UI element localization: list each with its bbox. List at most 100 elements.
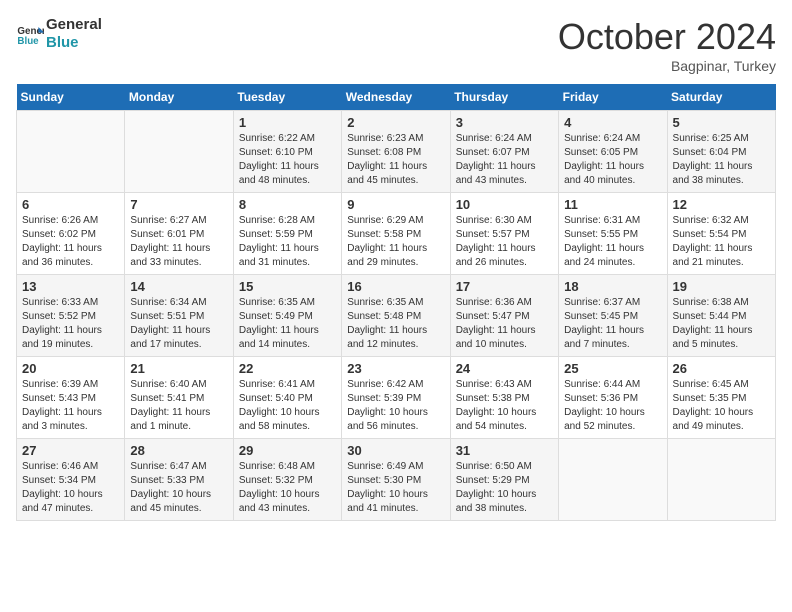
day-number: 6 — [22, 197, 119, 212]
day-info: Sunrise: 6:38 AMSunset: 5:44 PMDaylight:… — [673, 296, 770, 352]
day-info: Sunrise: 6:35 AMSunset: 5:49 PMDaylight:… — [239, 296, 336, 352]
page-header: General Blue General Blue October 2024 B… — [16, 16, 776, 74]
day-info: Sunrise: 6:45 AMSunset: 5:35 PMDaylight:… — [673, 378, 770, 434]
calendar-cell: 13Sunrise: 6:33 AMSunset: 5:52 PMDayligh… — [17, 275, 125, 357]
calendar-cell: 11Sunrise: 6:31 AMSunset: 5:55 PMDayligh… — [559, 193, 667, 275]
logo: General Blue General Blue — [16, 16, 102, 52]
day-info: Sunrise: 6:29 AMSunset: 5:58 PMDaylight:… — [347, 214, 444, 270]
calendar-cell: 15 Sunrise: 6:35 AMSunset: 5:49 PMDayligh… — [233, 275, 341, 357]
day-info: Sunrise: 6:37 AMSunset: 5:45 PMDaylight:… — [564, 296, 661, 352]
calendar-cell — [559, 439, 667, 521]
day-info: Sunrise: 6:47 AMSunset: 5:33 PMDaylight:… — [130, 460, 227, 516]
week-row-1: 1 Sunrise: 6:22 AMSunset: 6:10 PMDaylight… — [17, 111, 776, 193]
day-number: 29 — [239, 443, 336, 458]
day-header-thursday: Thursday — [450, 84, 558, 111]
calendar-cell: 22 Sunrise: 6:41 AMSunset: 5:40 PMDayligh… — [233, 357, 341, 439]
week-row-5: 27 Sunrise: 6:46 AMSunset: 5:34 PMDayligh… — [17, 439, 776, 521]
day-info: Sunrise: 6:43 AMSunset: 5:38 PMDaylight:… — [456, 378, 553, 434]
logo-icon: General Blue — [16, 20, 44, 48]
day-info: Sunrise: 6:22 AMSunset: 6:10 PMDaylight:… — [239, 132, 336, 188]
day-number: 31 — [456, 443, 553, 458]
calendar-cell: 14Sunrise: 6:34 AMSunset: 5:51 PMDayligh… — [125, 275, 233, 357]
day-number: 9 — [347, 197, 444, 212]
calendar-cell: 28 Sunrise: 6:47 AMSunset: 5:33 PMDayligh… — [125, 439, 233, 521]
calendar-cell: 9 Sunrise: 6:29 AMSunset: 5:58 PMDaylight… — [342, 193, 450, 275]
calendar-cell — [125, 111, 233, 193]
calendar-cell: 17 Sunrise: 6:36 AMSunset: 5:47 PMDayligh… — [450, 275, 558, 357]
days-header-row: SundayMondayTuesdayWednesdayThursdayFrid… — [17, 84, 776, 111]
day-header-monday: Monday — [125, 84, 233, 111]
day-info: Sunrise: 6:39 AMSunset: 5:43 PMDaylight:… — [22, 378, 119, 434]
day-number: 18 — [564, 279, 661, 294]
calendar-cell: 3 Sunrise: 6:24 AMSunset: 6:07 PMDaylight… — [450, 111, 558, 193]
calendar-cell: 5Sunrise: 6:25 AMSunset: 6:04 PMDaylight… — [667, 111, 775, 193]
calendar-cell: 12Sunrise: 6:32 AMSunset: 5:54 PMDayligh… — [667, 193, 775, 275]
day-info: Sunrise: 6:41 AMSunset: 5:40 PMDaylight:… — [239, 378, 336, 434]
location-subtitle: Bagpinar, Turkey — [558, 58, 776, 74]
calendar-cell — [667, 439, 775, 521]
calendar-cell: 19 Sunrise: 6:38 AMSunset: 5:44 PMDayligh… — [667, 275, 775, 357]
calendar-cell: 1 Sunrise: 6:22 AMSunset: 6:10 PMDaylight… — [233, 111, 341, 193]
day-header-wednesday: Wednesday — [342, 84, 450, 111]
day-info: Sunrise: 6:31 AMSunset: 5:55 PMDaylight:… — [564, 214, 661, 270]
day-info: Sunrise: 6:26 AMSunset: 6:02 PMDaylight:… — [22, 214, 119, 270]
day-number: 16 — [347, 279, 444, 294]
day-number: 7 — [130, 197, 227, 212]
day-header-sunday: Sunday — [17, 84, 125, 111]
day-number: 10 — [456, 197, 553, 212]
day-info: Sunrise: 6:33 AMSunset: 5:52 PMDaylight:… — [22, 296, 119, 352]
day-number: 22 — [239, 361, 336, 376]
calendar-cell: 8 Sunrise: 6:28 AMSunset: 5:59 PMDaylight… — [233, 193, 341, 275]
calendar-cell — [17, 111, 125, 193]
day-number: 28 — [130, 443, 227, 458]
calendar-cell: 27 Sunrise: 6:46 AMSunset: 5:34 PMDayligh… — [17, 439, 125, 521]
day-number: 2 — [347, 115, 444, 130]
day-info: Sunrise: 6:46 AMSunset: 5:34 PMDaylight:… — [22, 460, 119, 516]
calendar-cell: 6 Sunrise: 6:26 AMSunset: 6:02 PMDaylight… — [17, 193, 125, 275]
day-number: 1 — [239, 115, 336, 130]
day-info: Sunrise: 6:50 AMSunset: 5:29 PMDaylight:… — [456, 460, 553, 516]
week-row-4: 20 Sunrise: 6:39 AMSunset: 5:43 PMDayligh… — [17, 357, 776, 439]
day-header-tuesday: Tuesday — [233, 84, 341, 111]
day-number: 17 — [456, 279, 553, 294]
week-row-3: 13Sunrise: 6:33 AMSunset: 5:52 PMDayligh… — [17, 275, 776, 357]
day-info: Sunrise: 6:44 AMSunset: 5:36 PMDaylight:… — [564, 378, 661, 434]
day-info: Sunrise: 6:40 AMSunset: 5:41 PMDaylight:… — [130, 378, 227, 434]
calendar-cell: 7 Sunrise: 6:27 AMSunset: 6:01 PMDaylight… — [125, 193, 233, 275]
calendar-cell: 26Sunrise: 6:45 AMSunset: 5:35 PMDayligh… — [667, 357, 775, 439]
calendar-cell: 18 Sunrise: 6:37 AMSunset: 5:45 PMDayligh… — [559, 275, 667, 357]
logo-line1: General — [46, 16, 102, 34]
day-info: Sunrise: 6:23 AMSunset: 6:08 PMDaylight:… — [347, 132, 444, 188]
day-info: Sunrise: 6:28 AMSunset: 5:59 PMDaylight:… — [239, 214, 336, 270]
day-number: 19 — [673, 279, 770, 294]
month-title: October 2024 — [558, 16, 776, 58]
calendar-cell: 21 Sunrise: 6:40 AMSunset: 5:41 PMDayligh… — [125, 357, 233, 439]
day-number: 21 — [130, 361, 227, 376]
calendar-cell: 24Sunrise: 6:43 AMSunset: 5:38 PMDayligh… — [450, 357, 558, 439]
day-number: 4 — [564, 115, 661, 130]
logo-line2: Blue — [46, 34, 102, 52]
day-number: 14 — [130, 279, 227, 294]
day-number: 20 — [22, 361, 119, 376]
day-number: 8 — [239, 197, 336, 212]
day-info: Sunrise: 6:36 AMSunset: 5:47 PMDaylight:… — [456, 296, 553, 352]
day-header-friday: Friday — [559, 84, 667, 111]
day-number: 30 — [347, 443, 444, 458]
calendar-cell: 20 Sunrise: 6:39 AMSunset: 5:43 PMDayligh… — [17, 357, 125, 439]
calendar-cell: 25 Sunrise: 6:44 AMSunset: 5:36 PMDayligh… — [559, 357, 667, 439]
week-row-2: 6 Sunrise: 6:26 AMSunset: 6:02 PMDaylight… — [17, 193, 776, 275]
day-number: 27 — [22, 443, 119, 458]
day-number: 3 — [456, 115, 553, 130]
day-number: 5 — [673, 115, 770, 130]
calendar-cell: 2 Sunrise: 6:23 AMSunset: 6:08 PMDaylight… — [342, 111, 450, 193]
day-info: Sunrise: 6:35 AMSunset: 5:48 PMDaylight:… — [347, 296, 444, 352]
calendar-table: SundayMondayTuesdayWednesdayThursdayFrid… — [16, 84, 776, 521]
day-info: Sunrise: 6:49 AMSunset: 5:30 PMDaylight:… — [347, 460, 444, 516]
day-info: Sunrise: 6:30 AMSunset: 5:57 PMDaylight:… — [456, 214, 553, 270]
day-info: Sunrise: 6:24 AMSunset: 6:07 PMDaylight:… — [456, 132, 553, 188]
day-header-saturday: Saturday — [667, 84, 775, 111]
day-number: 25 — [564, 361, 661, 376]
day-number: 15 — [239, 279, 336, 294]
calendar-cell: 31 Sunrise: 6:50 AMSunset: 5:29 PMDayligh… — [450, 439, 558, 521]
day-info: Sunrise: 6:27 AMSunset: 6:01 PMDaylight:… — [130, 214, 227, 270]
